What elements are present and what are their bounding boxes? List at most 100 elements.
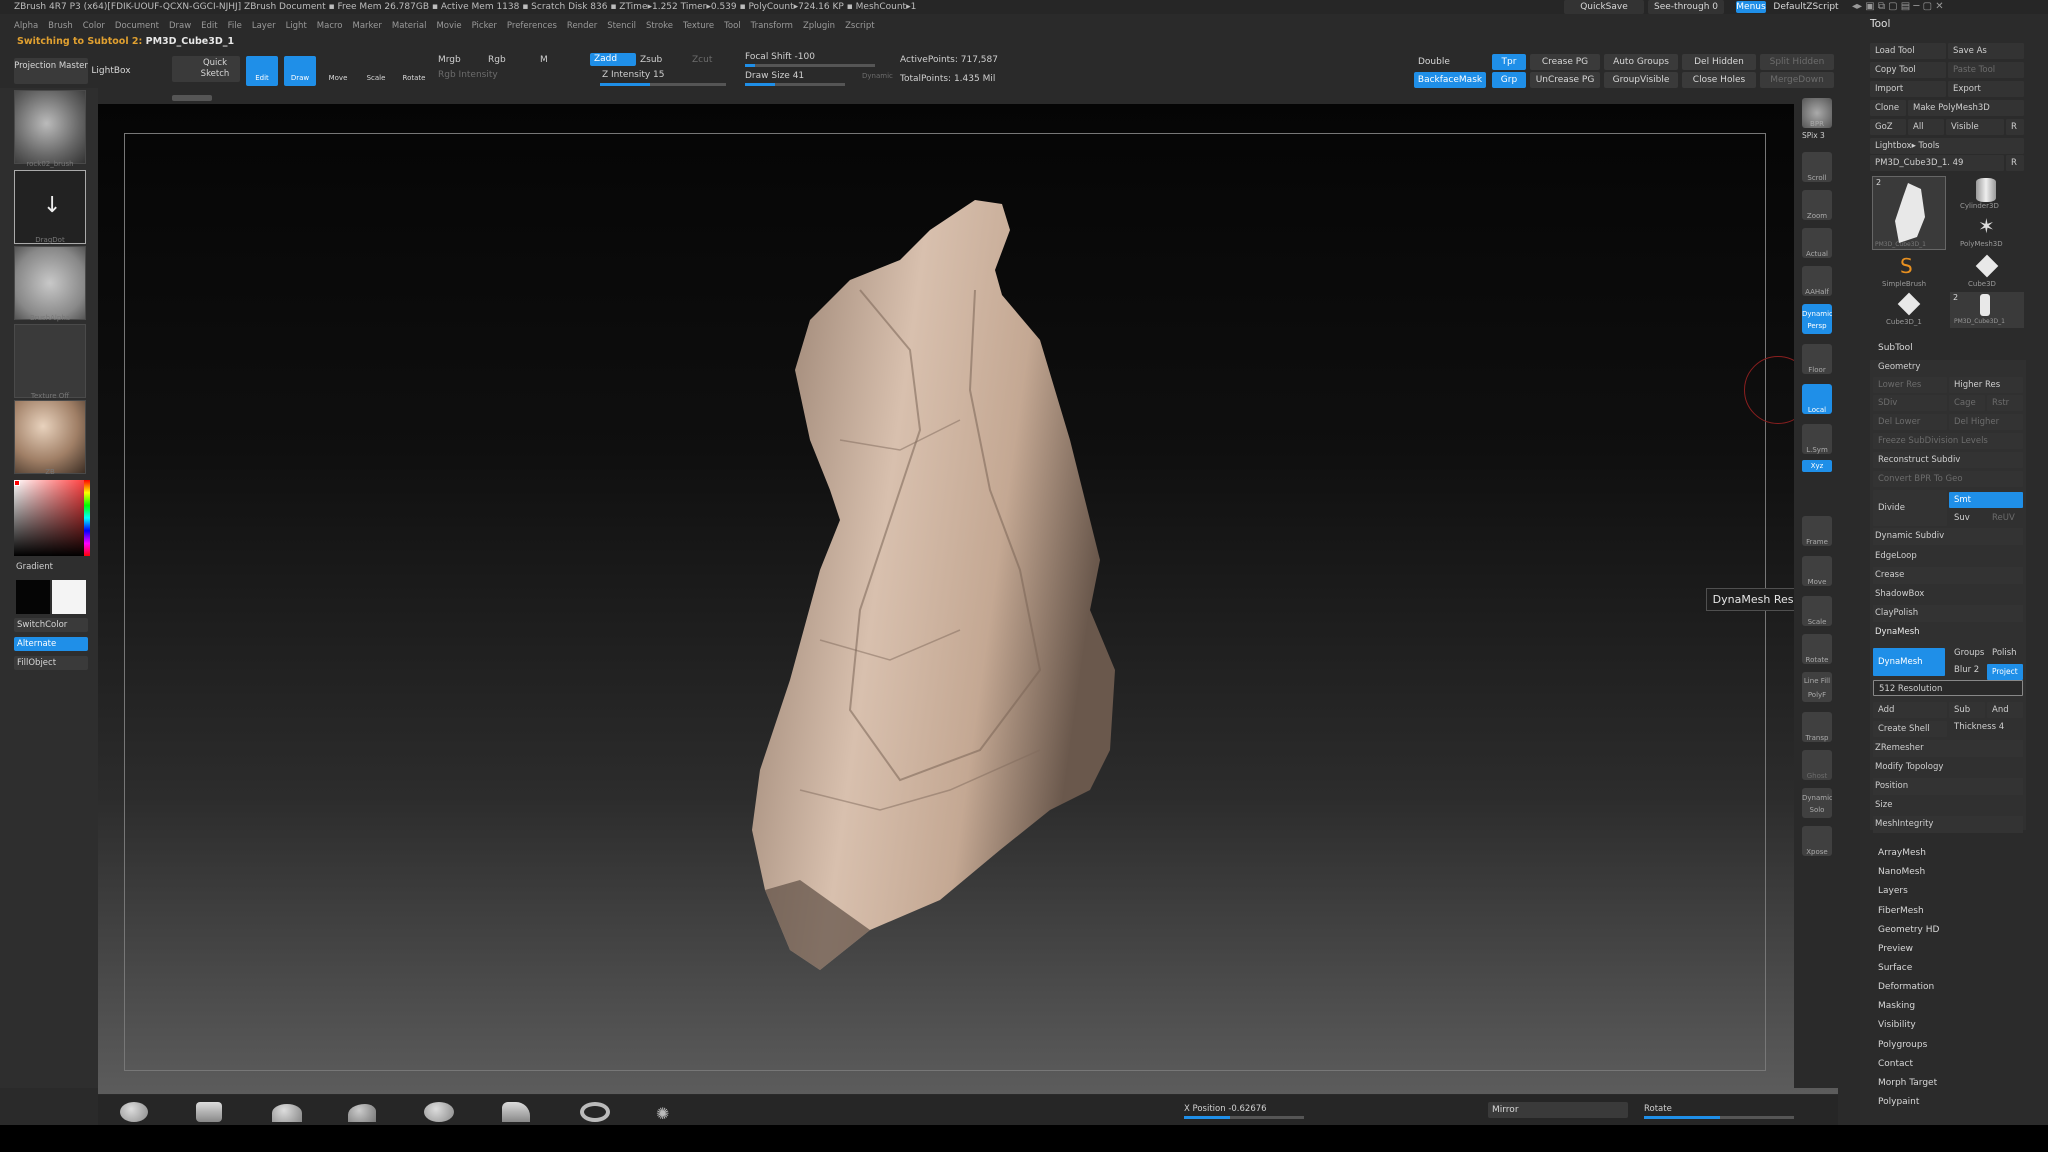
menu-color[interactable]: Color (83, 21, 105, 31)
visibility-section[interactable]: Visibility (1878, 1020, 1916, 1030)
menu-macro[interactable]: Macro (317, 21, 343, 31)
load-tool-button[interactable]: Load Tool (1870, 43, 1946, 59)
dynamic-toggle[interactable]: Dynamic (862, 72, 893, 80)
alpha-thumbnail[interactable] (14, 246, 86, 320)
rotate-mode-button[interactable]: Rotate (398, 56, 430, 86)
make-polymesh-button[interactable]: Make PolyMesh3D (1908, 100, 2024, 116)
modify-topology-section[interactable]: Modify Topology (1873, 759, 2023, 776)
tool-thumb-polymesh[interactable]: ✶ PolyMesh3D (1950, 214, 2024, 250)
polygroups-section[interactable]: Polygroups (1878, 1040, 1927, 1050)
menu-brush[interactable]: Brush (48, 21, 73, 31)
position-section[interactable]: Position (1873, 778, 2023, 795)
menu-zscript[interactable]: Zscript (845, 21, 875, 31)
save-as-button[interactable]: Save As (1948, 43, 2024, 59)
quick-sketch-button[interactable]: Quick Sketch (172, 56, 240, 82)
masking-section[interactable]: Masking (1878, 1001, 1915, 1011)
menu-preferences[interactable]: Preferences (507, 21, 557, 31)
alternate-toggle[interactable]: Alternate (14, 637, 88, 651)
default-zscript-button[interactable]: DefaultZScript (1770, 0, 1842, 14)
clone-button[interactable]: Clone (1870, 100, 1906, 116)
convert-bpr-button[interactable]: Convert BPR To Geo (1873, 471, 2023, 487)
menu-texture[interactable]: Texture (683, 21, 714, 31)
m-toggle[interactable]: M (540, 55, 548, 65)
ghost-button[interactable]: Ghost (1802, 750, 1832, 780)
split-hidden-button[interactable]: Split Hidden (1760, 54, 1834, 70)
tool-thumb-pm3d-2[interactable]: 2 PM3D_Cube3D_1 (1950, 292, 2024, 328)
crease-pg-button[interactable]: Crease PG (1530, 54, 1600, 70)
switch-color-button[interactable]: SwitchColor (14, 618, 88, 632)
menu-layer[interactable]: Layer (252, 21, 276, 31)
zadd-toggle[interactable]: Zadd (590, 53, 636, 66)
hue-strip[interactable] (84, 480, 90, 556)
scroll-button[interactable]: Scroll (1802, 152, 1832, 182)
xyz-toggle[interactable]: Xyz (1802, 460, 1832, 472)
claypolish-section[interactable]: ClayPolish (1873, 605, 2023, 622)
mirror-button[interactable]: Mirror (1488, 1102, 1628, 1118)
suv-toggle[interactable]: Suv (1949, 510, 1985, 526)
rotate-slider[interactable]: Rotate (1644, 1104, 1672, 1114)
geometry-header[interactable]: Geometry (1878, 362, 1920, 372)
move-mode-button[interactable]: Move (322, 56, 354, 86)
x-position-track[interactable] (1184, 1116, 1304, 1119)
focal-shift-slider[interactable]: Focal Shift -100 (745, 52, 815, 62)
move-view-button[interactable]: Move (1802, 556, 1832, 586)
group-visible-button[interactable]: GroupVisible (1604, 72, 1678, 88)
xpose-button[interactable]: Xpose (1802, 826, 1832, 856)
create-shell-button[interactable]: Create Shell (1873, 721, 1947, 737)
del-hidden-button[interactable]: Del Hidden (1682, 54, 1756, 70)
and-button[interactable]: And (1987, 702, 2023, 718)
close-holes-button[interactable]: Close Holes (1682, 72, 1756, 88)
goz-button[interactable]: GoZ (1870, 119, 1906, 135)
spix-slider[interactable]: SPix 3 (1802, 131, 1825, 140)
uncrease-pg-button[interactable]: UnCrease PG (1530, 72, 1600, 88)
sdiv-slider[interactable]: SDiv (1873, 395, 1947, 411)
cage-button[interactable]: Cage (1949, 395, 1985, 411)
lightbox-button[interactable]: LightBox (90, 58, 132, 84)
torus-brush-icon[interactable] (580, 1102, 610, 1122)
draw-mode-button[interactable]: Draw (284, 56, 316, 86)
edgeloop-section[interactable]: EdgeLoop (1873, 548, 2023, 565)
tool-thumb-cube3d-1[interactable]: Cube3D_1 (1872, 292, 1946, 328)
dynamic-subdiv-section[interactable]: Dynamic Subdiv (1873, 528, 2023, 545)
tool-thumb-cube3d[interactable]: Cube3D (1950, 254, 2024, 290)
morph-target-section[interactable]: Morph Target (1878, 1078, 1937, 1088)
rotate-track[interactable] (1644, 1116, 1794, 1119)
current-tool-slider[interactable]: PM3D_Cube3D_1. 49 (1870, 155, 2004, 171)
reconstruct-subdiv-button[interactable]: Reconstruct Subdiv (1873, 452, 2023, 468)
color-picker[interactable] (14, 480, 90, 556)
paste-tool-button[interactable]: Paste Tool (1948, 62, 2024, 78)
rgb-intensity-slider[interactable]: Rgb Intensity (438, 70, 498, 80)
scale-view-button[interactable]: Scale (1802, 596, 1832, 626)
sphere-brush-icon[interactable] (120, 1102, 148, 1122)
tool-panel-title[interactable]: Tool (1870, 18, 1890, 30)
reuv-toggle[interactable]: ReUV (1987, 510, 2023, 526)
polish-toggle[interactable]: Polish (1987, 645, 2025, 661)
thickness-slider[interactable]: Thickness 4 (1949, 719, 2023, 735)
zsub-toggle[interactable]: Zsub (640, 55, 662, 65)
viewport-scroll-handle[interactable] (172, 95, 212, 101)
ball-brush-icon[interactable] (424, 1102, 454, 1122)
auto-groups-button[interactable]: Auto Groups (1604, 54, 1678, 70)
frame-button[interactable]: Frame (1802, 516, 1832, 546)
subtool-section[interactable]: SubTool (1878, 343, 1913, 353)
rgb-toggle[interactable]: Rgb (488, 55, 506, 65)
tool-thumb-pm3d[interactable]: 2 PM3D_Cube3D_1 (1872, 176, 1946, 250)
size-section[interactable]: Size (1873, 797, 2023, 814)
draw-size-slider[interactable]: Draw Size 41 (745, 71, 804, 81)
actual-button[interactable]: Actual (1802, 228, 1832, 258)
x-position-slider[interactable]: X Position -0.62676 (1184, 1104, 1267, 1114)
primary-color-swatch[interactable] (16, 580, 50, 614)
floor-button[interactable]: Floor (1802, 344, 1832, 374)
window-controls[interactable]: ◂▸ ▣ ⧉ ▢ ▤ ─ ▢ ✕ (1852, 0, 2042, 14)
dynamesh-resolution-slider[interactable]: 512 Resolution (1873, 680, 2023, 696)
menu-render[interactable]: Render (567, 21, 597, 31)
projection-master-button[interactable]: Projection Master (14, 58, 88, 84)
slab-brush-icon[interactable] (502, 1102, 530, 1122)
menu-light[interactable]: Light (286, 21, 307, 31)
dome-brush-icon[interactable] (272, 1104, 302, 1122)
transp-button[interactable]: Transp (1802, 712, 1832, 742)
higher-res-button[interactable]: Higher Res (1949, 377, 2023, 393)
focal-shift-track[interactable] (745, 64, 875, 67)
contact-section[interactable]: Contact (1878, 1059, 1913, 1069)
double-toggle[interactable]: Double (1414, 54, 1486, 70)
